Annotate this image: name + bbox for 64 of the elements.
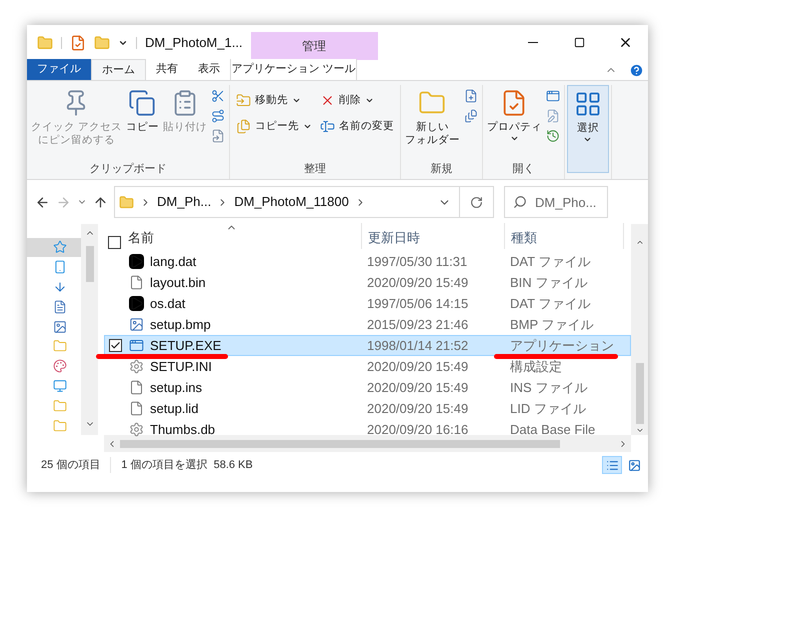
file-row[interactable]: os.dat 1997/05/06 14:15 DAT ファイル [104,293,631,314]
file-type: 構成設定 [510,358,562,376]
modified-date: 2020/09/20 15:49 [367,274,470,292]
file-type: BIN ファイル [510,274,588,292]
file-type: DAT ファイル [510,252,590,271]
modified-date: 2020/09/20 15:49 [367,400,470,418]
file-name: Thumbs.db [150,420,216,439]
column-header[interactable]: 名前 [125,223,362,249]
group-label: 新規 [429,162,454,177]
ribbon-tab[interactable]: 共有 [146,59,188,80]
file-name: lang.dat [150,252,198,271]
file-row[interactable]: setup.ins 2020/09/20 15:49 INS ファイル [104,377,631,398]
ribbon-button[interactable]: コピー [124,85,161,134]
file-name: layout.bin [150,274,207,292]
ribbon-button[interactable]: 削除 [320,93,394,109]
search-field[interactable]: DM_Pho... [504,186,608,218]
modified-date: 2020/09/20 15:49 [367,358,470,376]
file-type: Data Base File [510,420,596,439]
file-row[interactable]: layout.bin 2020/09/20 15:49 BIN ファイル [104,272,631,293]
breadcrumb[interactable]: DM_PhotoM_11800 [234,192,349,212]
modified-date: 1997/05/06 14:15 [367,294,470,313]
column-header[interactable]: 更新日時 [362,223,505,249]
group-label: クリップボード [88,162,168,177]
file-type: BMP ファイル [510,316,594,334]
file-name: os.dat [150,294,186,313]
modified-date: 2020/09/20 16:16 [367,420,470,439]
file-name: SETUP.EXE [150,336,222,355]
file-type: DAT ファイル [510,294,590,313]
file-row[interactable]: SETUP.EXE 1998/01/14 21:52 アプリケーション [104,335,631,356]
modified-date: 1998/01/14 21:52 [367,336,470,355]
context-tab-header: 管理 [250,32,378,60]
column-header[interactable]: 種類 [505,223,624,249]
address-bar[interactable]: DM_Ph... DM_PhotoM_11800 [114,186,494,218]
ribbon-button[interactable]: コピー先 [236,118,312,134]
modified-date: 2020/09/20 15:49 [367,378,470,397]
file-type: INS ファイル [510,378,588,397]
file-type: アプリケーション [510,336,614,355]
modified-date: 1997/05/30 11:31 [367,252,468,271]
file-row[interactable]: Thumbs.db 2020/09/20 16:16 Data Base File [104,419,631,440]
ribbon-button[interactable]: 移動先 [236,93,312,109]
breadcrumb[interactable]: DM_Ph... [157,192,212,212]
file-row[interactable]: setup.bmp 2015/09/23 21:46 BMP ファイル [104,314,631,335]
file-row[interactable]: setup.lid 2020/09/20 15:49 LID ファイル [104,398,631,419]
modified-date: 2015/09/23 21:46 [367,316,470,334]
group-label: 整理 [302,162,327,177]
file-name: setup.bmp [150,316,212,334]
ribbon-button[interactable]: 名前の変更 [320,118,394,134]
file-name: setup.ins [150,378,204,397]
ribbon-tab[interactable]: 表示 [188,59,230,80]
ribbon-tab[interactable]: ファイル [27,59,91,80]
file-name: SETUP.INI [150,358,213,376]
file-row[interactable]: SETUP.INI 2020/09/20 15:49 構成設定 [104,356,631,377]
group-label: 開く [511,162,536,177]
file-row[interactable]: lang.dat 1997/05/30 11:31 DAT ファイル [104,251,631,272]
file-type: LID ファイル [510,400,586,418]
ribbon-tab[interactable]: アプリケーション ツール [230,59,357,80]
ribbon-button[interactable]: 選択 [566,85,609,173]
item-count: 25 個の項目 [41,456,112,474]
ribbon-button[interactable]: プロパティ [484,85,544,143]
ribbon-tab[interactable]: ホーム [91,59,146,80]
file-name: setup.lid [150,400,200,418]
ribbon-button[interactable]: 新しい フォルダー [402,85,462,147]
window-title: DM_PhotoM_1... [145,34,243,52]
selection-info: 1 個の項目を選択 58.6 KB [120,458,253,473]
